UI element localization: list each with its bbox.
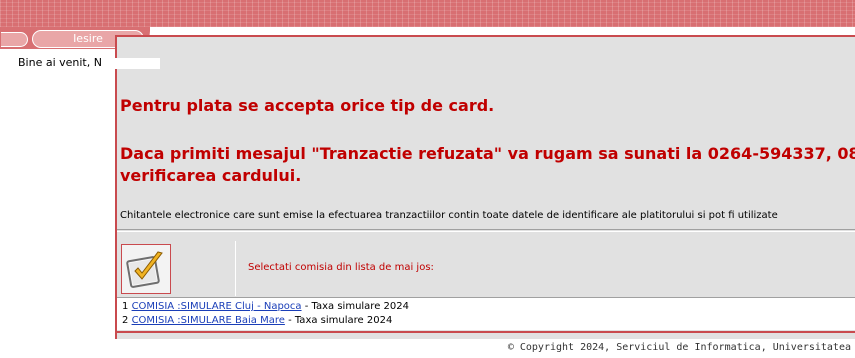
logout-label: Iesire: [73, 32, 103, 45]
refused-transaction-line2: verificarea cardului.: [120, 166, 302, 185]
logout-button-nub: [1, 32, 28, 47]
bottom-divider: [117, 331, 855, 333]
card-info-heading: Pentru plata se accepta orice tip de car…: [120, 96, 495, 115]
copyright-footer: © Copyright 2024, Serviciul de Informati…: [507, 342, 851, 353]
refused-transaction-heading: Daca primiti mesajul "Tranzactie refuzat…: [120, 143, 855, 187]
commission-select-row: [117, 239, 855, 297]
commission-number: 1: [122, 301, 129, 312]
welcome-text: Bine ai venit, N: [18, 56, 102, 69]
refused-transaction-line1: Daca primiti mesajul "Tranzactie refuzat…: [120, 144, 855, 163]
commission-link-cluj[interactable]: COMISIA :SIMULARE Cluj - Napoca: [132, 301, 302, 312]
checkbox-check-icon: [121, 244, 171, 294]
select-commission-prompt: Selectati comisia din lista de mai jos:: [248, 262, 434, 273]
receipt-info-text: Chitantele electronice care sunt emise l…: [120, 210, 778, 221]
sidebar: [0, 50, 115, 340]
top-banner: [0, 0, 855, 27]
list-item: 2 COMISIA :SIMULARE Baia Mare - Taxa sim…: [122, 315, 392, 326]
divider: [117, 231, 855, 232]
column-separator: [235, 241, 236, 296]
divider: [117, 229, 855, 230]
welcome-message: Bine ai venit, N: [18, 56, 160, 69]
commission-number: 2: [122, 315, 129, 326]
commission-fee: - Taxa simulare 2024: [284, 315, 393, 326]
commission-link-baia-mare[interactable]: COMISIA :SIMULARE Baia Mare: [132, 315, 285, 326]
list-item: 1 COMISIA :SIMULARE Cluj - Napoca - Taxa…: [122, 301, 409, 312]
commission-fee: - Taxa simulare 2024: [301, 301, 409, 312]
redacted-name: [101, 57, 160, 69]
